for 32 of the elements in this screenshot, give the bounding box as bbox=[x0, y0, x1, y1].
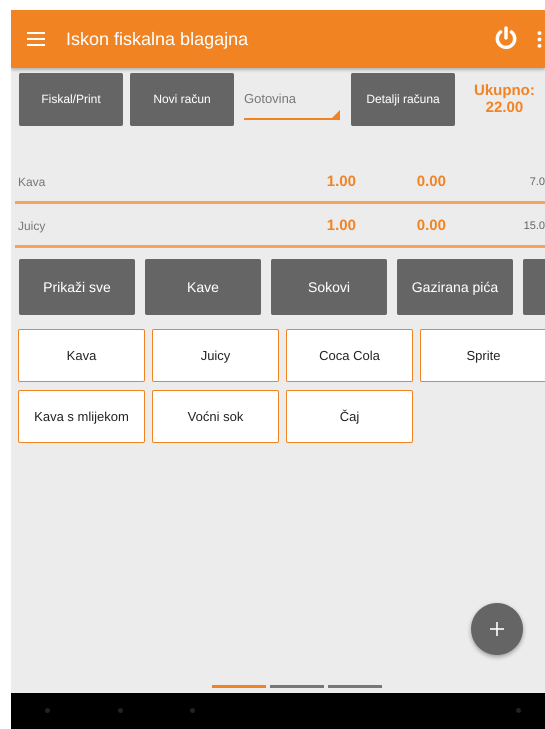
total-value: 22.00 bbox=[486, 99, 524, 116]
product-button[interactable]: Čaj bbox=[286, 390, 413, 443]
item-name: Kava bbox=[17, 174, 46, 188]
details-button[interactable]: Detalji računa bbox=[351, 72, 455, 126]
item-quantity: 1.00 bbox=[326, 173, 356, 190]
add-button[interactable] bbox=[471, 603, 523, 655]
payment-dropdown[interactable]: Gotovina bbox=[244, 78, 340, 120]
plus-icon bbox=[490, 622, 504, 636]
menu-icon[interactable] bbox=[27, 32, 45, 46]
category-button[interactable]: Gazirana pića bbox=[397, 259, 513, 315]
item-discount: 0.00 bbox=[416, 217, 446, 234]
product-button[interactable]: Kava s mlijekom bbox=[18, 390, 145, 443]
category-button[interactable]: Prikaži sve bbox=[19, 259, 135, 315]
item-quantity: 1.00 bbox=[326, 217, 356, 234]
toolbar-button[interactable]: Novi račun bbox=[130, 72, 234, 126]
dropdown-corner-icon bbox=[332, 110, 340, 118]
power-icon[interactable] bbox=[493, 26, 519, 52]
product-button[interactable]: Kava bbox=[18, 329, 145, 382]
item-name: Juicy bbox=[17, 218, 46, 232]
product-button[interactable]: Juicy bbox=[152, 329, 279, 382]
app-title: Iskon fiskalna blagajna bbox=[66, 28, 250, 50]
more-icon[interactable] bbox=[537, 30, 542, 48]
toolbar-button[interactable]: Fiskal/Print bbox=[19, 72, 123, 126]
product-button[interactable]: Coca Cola bbox=[286, 329, 413, 382]
product-button[interactable]: Sprite bbox=[420, 329, 545, 382]
item-price: 7.0 bbox=[528, 176, 545, 188]
category-button[interactable]: Sokovi bbox=[271, 259, 387, 315]
item-discount: 0.00 bbox=[416, 173, 446, 190]
total-label: Ukupno: bbox=[474, 82, 535, 99]
category-button[interactable]: Kave bbox=[145, 259, 261, 315]
item-price: 15.0 bbox=[522, 220, 545, 232]
product-button[interactable]: Voćni sok bbox=[152, 390, 279, 443]
